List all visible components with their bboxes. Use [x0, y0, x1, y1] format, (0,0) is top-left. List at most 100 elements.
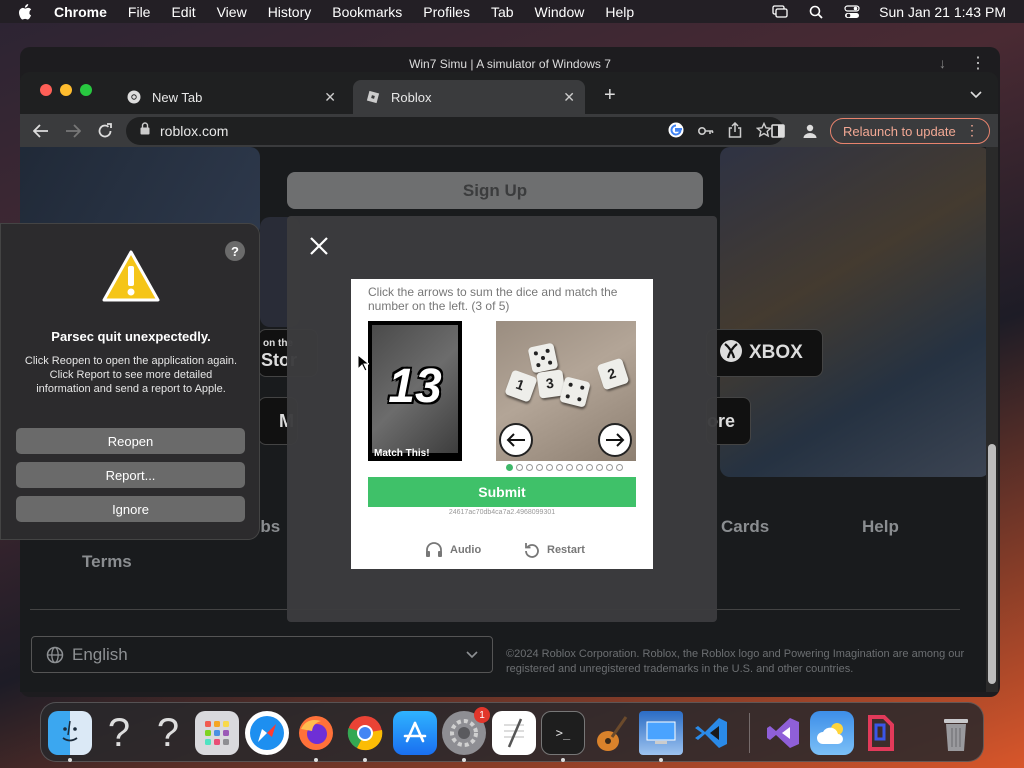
captcha-challenge: Click the arrows to sum the dice and mat…	[351, 279, 653, 569]
garageband-icon[interactable]	[590, 711, 634, 755]
address-bar[interactable]: roblox.com	[126, 117, 784, 145]
progress-dot	[566, 464, 573, 471]
running-indicator	[363, 758, 367, 762]
menu-kebab-icon[interactable]: ⋮	[965, 122, 979, 139]
parsec-icon[interactable]	[859, 711, 903, 755]
more-options-icon[interactable]: ⋮	[970, 53, 986, 73]
tab-roblox[interactable]: Roblox ✕	[353, 80, 585, 114]
download-icon[interactable]: ↓	[939, 55, 946, 71]
control-center-icon[interactable]	[843, 4, 861, 20]
menu-file[interactable]: File	[128, 4, 151, 20]
lock-icon[interactable]	[140, 122, 150, 140]
menu-app-name[interactable]: Chrome	[54, 4, 107, 20]
arrow-right-icon	[606, 433, 625, 447]
weather-icon[interactable]	[810, 711, 854, 755]
running-indicator	[462, 758, 466, 762]
running-indicator	[314, 758, 318, 762]
menu-window[interactable]: Window	[535, 4, 585, 20]
menubar-clock[interactable]: Sun Jan 21 1:43 PM	[879, 4, 1006, 20]
minimize-window-button[interactable]	[60, 84, 72, 96]
audio-button[interactable]: Audio	[425, 542, 481, 558]
menu-tab[interactable]: Tab	[491, 4, 514, 20]
captcha-instruction: Click the arrows to sum the dice and mat…	[368, 285, 618, 313]
restart-button[interactable]: Restart	[524, 542, 585, 558]
background-window-title: Win7 Simu | A simulator of Windows 7	[409, 57, 611, 71]
footer-link-help[interactable]: Help	[862, 517, 899, 537]
progress-dot	[576, 464, 583, 471]
chrome-icon[interactable]	[343, 711, 387, 755]
unknown-app-question-icon[interactable]: ?	[146, 711, 190, 755]
die-face-label: 2	[605, 364, 618, 383]
system-settings-icon[interactable]: 1	[442, 707, 490, 755]
tab-label: Roblox	[391, 89, 432, 105]
menu-view[interactable]: View	[217, 4, 247, 20]
roblox-icon	[365, 89, 381, 105]
running-indicator	[561, 758, 565, 762]
sign-up-button[interactable]: Sign Up	[287, 172, 703, 209]
report-button[interactable]: Report...	[16, 462, 245, 488]
spotlight-search-icon[interactable]	[807, 4, 825, 20]
launchpad-icon[interactable]	[195, 711, 239, 755]
tab-new-tab[interactable]: New Tab ✕	[114, 80, 346, 114]
progress-dot	[556, 464, 563, 471]
forward-icon[interactable]	[63, 121, 83, 141]
page-scrollbar-thumb[interactable]	[988, 444, 996, 684]
language-value: English	[72, 644, 128, 664]
arrow-left-icon	[506, 433, 525, 447]
target-number-card: 13 Match This!	[368, 321, 462, 461]
screen-mirroring-icon[interactable]	[771, 4, 789, 20]
die-face-label: 1	[513, 375, 527, 394]
footer-link-gift-cards[interactable]: Cards	[721, 517, 769, 537]
xbox-store-badge[interactable]: XBOX	[706, 329, 823, 377]
submit-button[interactable]: Submit	[368, 477, 636, 507]
next-arrow-button[interactable]	[598, 423, 632, 457]
menu-edit[interactable]: Edit	[171, 4, 195, 20]
xbox-label: XBOX	[749, 342, 803, 363]
vscode-icon[interactable]	[689, 711, 733, 755]
apple-menu-icon[interactable]	[18, 3, 38, 20]
share-icon[interactable]	[728, 121, 742, 143]
unknown-app-question-icon[interactable]: ?	[97, 711, 141, 755]
menu-help[interactable]: Help	[605, 4, 634, 20]
google-icon[interactable]	[668, 122, 684, 143]
terminal-icon[interactable]: >_	[541, 711, 585, 755]
win7-simu-icon[interactable]	[639, 711, 683, 755]
browser-toolbar: roblox.com Relaunch to update ⋮	[20, 114, 998, 147]
back-icon[interactable]	[31, 121, 51, 141]
close-tab-icon[interactable]: ✕	[563, 89, 575, 106]
close-icon[interactable]	[309, 236, 329, 256]
profile-avatar-icon[interactable]	[800, 121, 820, 141]
warning-icon	[101, 249, 161, 308]
trash-icon[interactable]	[934, 711, 978, 755]
app-store-icon[interactable]	[393, 711, 437, 755]
visual-studio-icon[interactable]	[761, 711, 805, 755]
help-button[interactable]: ?	[225, 241, 245, 261]
reload-icon[interactable]	[95, 121, 115, 141]
target-number: 13	[388, 360, 442, 413]
progress-dot	[516, 464, 523, 471]
zoom-window-button[interactable]	[80, 84, 92, 96]
ignore-button[interactable]: Ignore	[16, 496, 245, 522]
finder-icon[interactable]	[48, 711, 92, 755]
new-tab-icon[interactable]: +	[604, 84, 616, 107]
menu-bookmarks[interactable]: Bookmarks	[332, 4, 402, 20]
close-tab-icon[interactable]: ✕	[324, 89, 336, 106]
menu-history[interactable]: History	[268, 4, 312, 20]
language-select[interactable]: English	[31, 636, 493, 673]
firefox-icon[interactable]	[294, 711, 338, 755]
password-key-icon[interactable]	[697, 124, 714, 142]
textedit-icon[interactable]	[492, 711, 536, 755]
menu-profiles[interactable]: Profiles	[423, 4, 470, 20]
close-window-button[interactable]	[40, 84, 52, 96]
reopen-button[interactable]: Reopen	[16, 428, 245, 454]
footer-link-terms[interactable]: Terms	[82, 552, 132, 572]
side-panel-icon[interactable]	[768, 121, 788, 141]
tab-search-chevron-down-icon[interactable]	[970, 86, 982, 104]
previous-arrow-button[interactable]	[499, 423, 533, 457]
headphones-icon	[425, 542, 443, 558]
relaunch-to-update-button[interactable]: Relaunch to update ⋮	[830, 118, 990, 144]
tab-bar: New Tab ✕ Roblox ✕ +	[20, 72, 998, 114]
safari-icon[interactable]	[245, 711, 289, 755]
die: 1	[504, 369, 538, 403]
die: 2	[596, 357, 630, 391]
